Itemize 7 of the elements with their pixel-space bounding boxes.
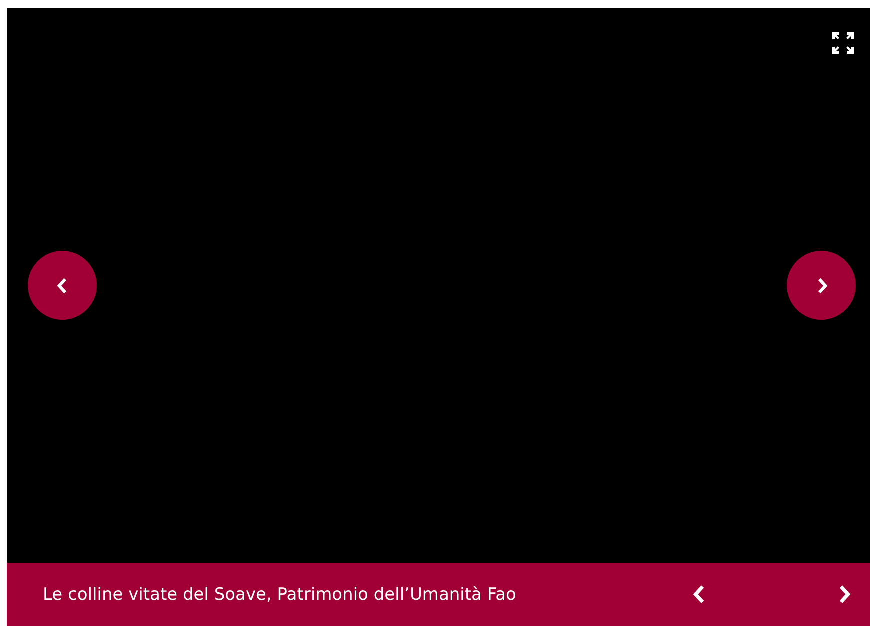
fullscreen-icon [832, 32, 854, 54]
chevron-left-icon [693, 584, 707, 605]
fullscreen-button[interactable] [832, 32, 854, 54]
image-caption: Le colline vitate del Soave, Patrimonio dell’Umanità Fao [43, 584, 518, 604]
chevron-right-icon [837, 584, 851, 605]
chevron-right-icon [816, 276, 828, 294]
chevron-left-icon [56, 276, 68, 294]
